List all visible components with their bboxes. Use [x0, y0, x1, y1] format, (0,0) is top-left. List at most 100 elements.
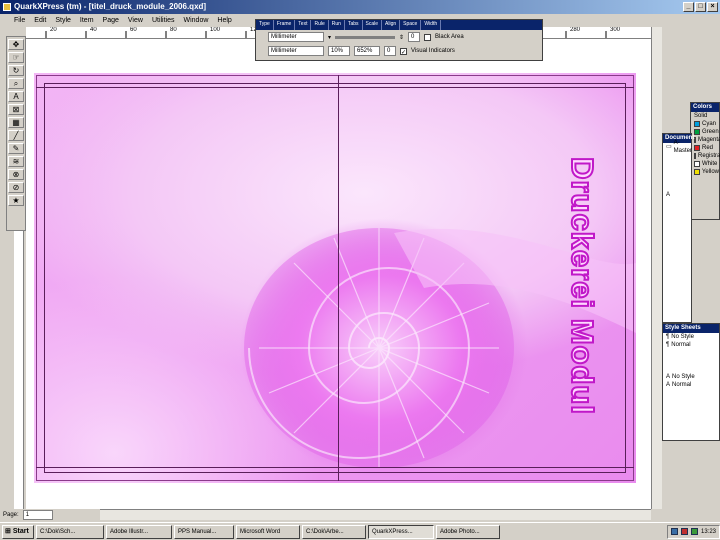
window-titlebar: QuarkXPress (tm) - [titel_druck_module_2…: [0, 0, 720, 14]
unlinking-tool-icon[interactable]: ⊘: [8, 182, 24, 193]
menu-page[interactable]: Page: [103, 17, 119, 24]
black-area-checkbox[interactable]: [424, 33, 432, 41]
windows-logo-icon: ⊞: [5, 527, 11, 535]
vertical-title-text: Druckerei Modul: [564, 156, 601, 416]
zoom-field-a[interactable]: 10%: [328, 46, 350, 56]
color-item[interactable]: Cyan: [691, 120, 719, 128]
text-box-tool-icon[interactable]: A: [8, 91, 24, 102]
star-tool-icon[interactable]: ★: [8, 195, 24, 206]
taskbar-item[interactable]: Microsoft Word: [236, 524, 300, 539]
taskbar-item-active[interactable]: QuarkXPress...: [368, 524, 434, 539]
horizontal-scrollbar[interactable]: [100, 509, 651, 520]
linking-tool-icon[interactable]: ⊗: [8, 169, 24, 180]
document-page[interactable]: Druckerei Modul: [34, 73, 636, 483]
taskbar-item[interactable]: Adobe Photo...: [436, 524, 500, 539]
zoom-tool-icon[interactable]: ⌕: [8, 78, 24, 89]
zoom-slider[interactable]: [335, 35, 396, 39]
color-name: Green: [702, 129, 719, 135]
paragraph-style-item[interactable]: ¶ No Style: [663, 333, 719, 341]
menu-edit[interactable]: Edit: [34, 17, 46, 24]
clock[interactable]: 13:23: [701, 529, 716, 535]
value-field-b[interactable]: 0: [408, 32, 421, 42]
swatch-magenta: [694, 137, 696, 143]
character-style-item[interactable]: A No Style: [663, 373, 719, 381]
menu-style[interactable]: Style: [55, 17, 71, 24]
style-name: No Style: [672, 374, 695, 380]
swatch-yellow: [694, 169, 700, 175]
taskbar-item[interactable]: PPS Manual...: [174, 524, 234, 539]
unit-select-a[interactable]: Millimeter: [268, 32, 324, 42]
color-item[interactable]: White: [691, 160, 719, 168]
close-button[interactable]: ×: [707, 2, 718, 12]
dropdown-arrow-icon[interactable]: ▾: [328, 34, 331, 41]
menu-window[interactable]: Window: [184, 17, 209, 24]
measurements-palette: Type Frame Text Rule Run Tabs Scale Alig…: [255, 19, 543, 61]
page-number-field[interactable]: 1: [22, 509, 53, 520]
vertical-title-text-box[interactable]: Druckerei Modul: [562, 111, 602, 461]
master-page-icon: ▭: [666, 144, 672, 150]
color-name: Magenta: [698, 137, 720, 143]
color-item[interactable]: Green: [691, 128, 719, 136]
style-name: No Style: [671, 334, 694, 340]
quark-app-icon: [3, 3, 11, 11]
tab-text[interactable]: Text: [295, 20, 312, 30]
visual-indicators-checkbox[interactable]: ✓: [400, 47, 407, 56]
page-label: Page:: [3, 511, 19, 518]
color-item[interactable]: Yellow: [691, 168, 719, 176]
tab-rule[interactable]: Rule: [311, 20, 329, 30]
tab-type[interactable]: Type: [256, 20, 274, 30]
tab-space[interactable]: Space: [400, 20, 422, 30]
tab-run[interactable]: Run: [329, 20, 345, 30]
tab-frame[interactable]: Frame: [274, 20, 296, 30]
menu-view[interactable]: View: [128, 17, 143, 24]
document-canvas[interactable]: Druckerei Modul: [26, 39, 651, 509]
minimize-button[interactable]: _: [683, 2, 694, 12]
spine-guide: [338, 75, 339, 481]
menu-file[interactable]: File: [14, 17, 25, 24]
content-tool-icon[interactable]: ☞: [8, 52, 24, 63]
color-item[interactable]: Red: [691, 144, 719, 152]
volume-icon[interactable]: [690, 528, 698, 535]
visual-indicators-label: Visual Indicators: [411, 48, 455, 54]
picture-box-tool-icon[interactable]: ⊠: [8, 104, 24, 115]
maximize-button[interactable]: □: [695, 2, 706, 12]
antivirus-icon[interactable]: [680, 528, 688, 535]
start-button[interactable]: ⊞ Start: [2, 524, 34, 539]
master-page-item[interactable]: ▭ A-Master: [663, 140, 692, 154]
taskbar-item[interactable]: Adobe Illustr...: [106, 524, 172, 539]
menu-item[interactable]: Item: [80, 17, 94, 24]
tab-width[interactable]: Width: [421, 20, 442, 30]
rotation-tool-icon[interactable]: ↻: [8, 65, 24, 76]
vertical-scrollbar[interactable]: [651, 27, 662, 509]
tab-tabs[interactable]: Tabs: [345, 20, 363, 30]
line-tool-icon[interactable]: ╱: [8, 130, 24, 141]
character-icon: A: [666, 382, 671, 388]
network-icon[interactable]: [670, 528, 678, 535]
color-item[interactable]: Magenta: [691, 136, 720, 144]
character-icon: A: [666, 374, 671, 380]
unit-select-b[interactable]: Millimeter: [268, 46, 324, 56]
page-thumb[interactable]: A: [663, 191, 691, 199]
paragraph-style-item[interactable]: ¶ Normal: [663, 341, 719, 349]
taskbar-item[interactable]: C:\Dok\Sch...: [36, 524, 104, 539]
zoom-field-b[interactable]: 652%: [354, 46, 380, 56]
menu-utilities[interactable]: Utilities: [152, 17, 175, 24]
character-style-item[interactable]: A Normal: [663, 381, 719, 389]
item-tool-icon[interactable]: ✥: [8, 39, 24, 50]
tab-align[interactable]: Align: [382, 20, 401, 30]
color-name: White: [702, 161, 718, 167]
tool-palette: ✥ ☞ ↻ ⌕ A ⊠ ▦ ╱ ✎ ≋ ⊗ ⊘ ★: [6, 36, 26, 231]
stepper-icon[interactable]: ⇕: [399, 34, 404, 41]
paragraph-icon: ¶: [666, 334, 670, 340]
table-tool-icon[interactable]: ▦: [8, 117, 24, 128]
taskbar-item[interactable]: C:\Dok\Arbe...: [302, 524, 366, 539]
value-field-c[interactable]: 0: [384, 46, 396, 56]
text-path-tool-icon[interactable]: ≋: [8, 156, 24, 167]
status-bar: Page: 1: [0, 509, 100, 520]
color-mode-select[interactable]: Solid: [691, 112, 719, 120]
menu-help[interactable]: Help: [217, 17, 231, 24]
tab-scale[interactable]: Scale: [363, 20, 383, 30]
color-item[interactable]: Registration: [691, 152, 720, 160]
bezier-tool-icon[interactable]: ✎: [8, 143, 24, 154]
swatch-red: [694, 145, 700, 151]
